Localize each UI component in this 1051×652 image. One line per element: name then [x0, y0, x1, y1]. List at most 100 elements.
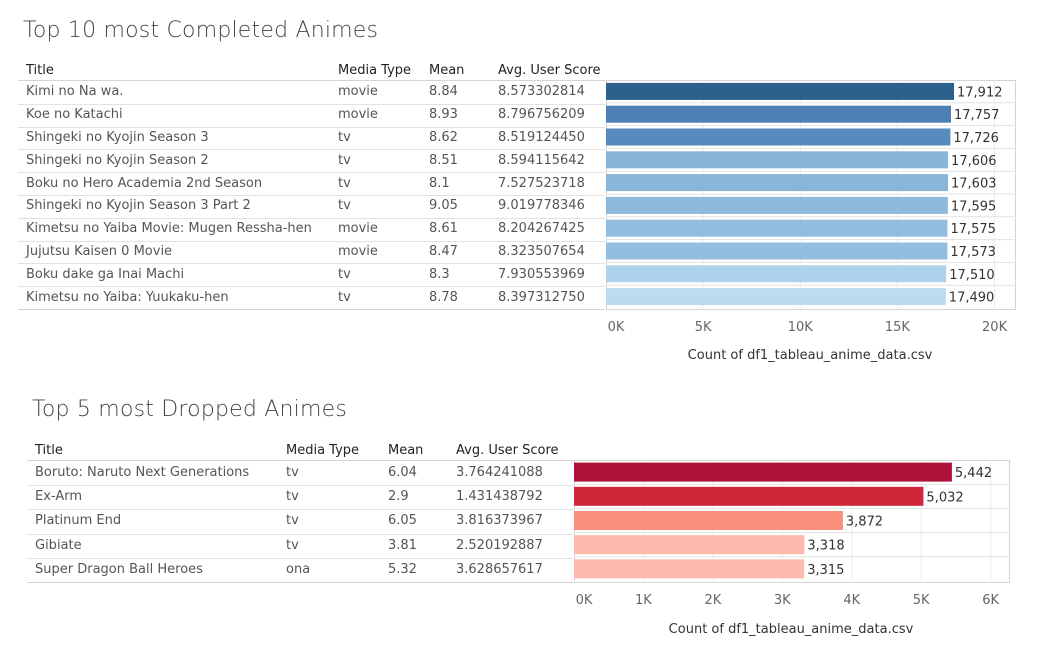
- dropped-bar-1[interactable]: [574, 486, 924, 506]
- completed-bar-3[interactable]: [606, 151, 949, 169]
- row-avg-score: 7.930553969: [498, 266, 585, 282]
- dropped-bar-label-4: 3,315: [807, 563, 844, 578]
- row-avg-score: 8.397312750: [498, 289, 585, 305]
- completed-header-media-type[interactable]: Media Type: [338, 63, 411, 78]
- row-title: Kimi no Na wa.: [26, 84, 124, 100]
- row-avg-score: 8.594115642: [498, 152, 585, 168]
- row-avg-score: 3.816373967: [456, 513, 543, 529]
- row-mean: 8.62: [429, 129, 458, 145]
- completed-bar-7[interactable]: [606, 242, 948, 260]
- row-avg-score: 8.204267425: [498, 221, 585, 237]
- completed-bar-label-2: 17,726: [953, 131, 999, 146]
- dropped-bar-label-2: 3,872: [846, 515, 883, 530]
- row-media-type: ona: [286, 561, 311, 577]
- row-avg-score: 8.323507654: [498, 243, 585, 259]
- table-row[interactable]: Platinum End tv 6.05 3.816373967: [27, 509, 573, 535]
- dropped-table: Boruto: Naruto Next Generations tv 6.04 3.7…: [27, 460, 573, 583]
- row-mean: 8.3: [429, 266, 450, 282]
- row-mean: 8.78: [429, 289, 458, 305]
- table-row[interactable]: Super Dragon Ball Heroes ona 5.32 3.6286576…: [27, 558, 573, 582]
- completed-bar-9[interactable]: [606, 288, 946, 306]
- table-row[interactable]: Ex-Arm tv 2.9 1.431438792: [27, 485, 573, 511]
- row-media-type: tv: [286, 465, 299, 481]
- row-mean: 9.05: [429, 198, 458, 214]
- row-media-type: movie: [338, 84, 378, 100]
- table-row[interactable]: Koe no Katachi movie 8.93 8.796756209: [18, 104, 605, 128]
- row-media-type: tv: [286, 489, 299, 505]
- completed-bar-chart: 17,912 17,757 17,726 17,606 17,603 17,595 17,5…: [606, 80, 1014, 308]
- completed-header-mean[interactable]: Mean: [429, 63, 464, 78]
- dropped-bar-2[interactable]: [574, 511, 843, 530]
- row-media-type: tv: [338, 198, 351, 214]
- dropped-header-media-type[interactable]: Media Type: [286, 443, 359, 458]
- dropped-tick-label-1: 1K: [635, 593, 652, 608]
- dropped-bar-3[interactable]: [574, 535, 805, 555]
- table-row[interactable]: Boruto: Naruto Next Generations tv 6.04 3.7…: [27, 461, 573, 487]
- completed-bar-1[interactable]: [606, 105, 951, 123]
- row-title: Kimetsu no Yaiba: Yuukaku-hen: [26, 289, 229, 305]
- table-row[interactable]: Kimi no Na wa. movie 8.84 8.573302814: [18, 81, 605, 105]
- row-title: Jujutsu Kaisen 0 Movie: [26, 243, 173, 259]
- dropped-header-title[interactable]: Title: [35, 443, 63, 458]
- completed-table: Kimi no Na wa. movie 8.84 8.573302814 Koe no…: [18, 80, 605, 310]
- row-title: Gibiate: [35, 537, 82, 553]
- dropped-header-avg-user-score[interactable]: Avg. User Score: [456, 443, 559, 458]
- dropped-x-axis-title: Count of df1_tableau_anime_data.csv: [668, 622, 914, 637]
- completed-x-axis-title: Count of df1_tableau_anime_data.csv: [687, 348, 933, 363]
- row-title: Super Dragon Ball Heroes: [35, 561, 203, 577]
- row-media-type: tv: [338, 289, 351, 305]
- table-row[interactable]: Kimetsu no Yaiba Movie: Mugen Ressha-hen…: [18, 218, 605, 242]
- completed-bar-label-8: 17,510: [949, 268, 995, 283]
- dropped-tick-label-3: 3K: [773, 593, 791, 608]
- table-row[interactable]: Jujutsu Kaisen 0 Movie movie 8.47 8.3235076…: [18, 241, 605, 265]
- table-row[interactable]: Shingeki no Kyojin Season 3 Part 2 tv 9.05…: [18, 195, 605, 219]
- completed-bar-6[interactable]: [606, 219, 948, 237]
- completed-header-avg-user-score[interactable]: Avg. User Score: [498, 63, 601, 78]
- row-mean: 8.1: [429, 175, 450, 191]
- dropped-tick-label-4: 4K: [843, 593, 861, 608]
- table-row[interactable]: Kimetsu no Yaiba: Yuukaku-hen tv 8.78 8.397…: [18, 286, 605, 309]
- completed-bar-label-0: 17,912: [957, 85, 1003, 100]
- table-row[interactable]: Boku dake ga Inai Machi tv 8.3 7.930553969: [18, 263, 605, 288]
- row-avg-score: 2.520192887: [456, 537, 543, 553]
- row-avg-score: 7.527523718: [498, 175, 585, 191]
- table-row[interactable]: Shingeki no Kyojin Season 2 tv 8.51 8.59411…: [18, 149, 605, 174]
- row-title: Shingeki no Kyojin Season 3 Part 2: [26, 198, 251, 214]
- row-mean: 3.81: [388, 537, 417, 553]
- dropped-bar-4[interactable]: [574, 559, 805, 579]
- dropped-tick-label-0: 0K: [575, 593, 593, 608]
- completed-bar-8[interactable]: [606, 265, 947, 283]
- completed-bar-label-9: 17,490: [949, 291, 995, 306]
- row-media-type: movie: [338, 243, 378, 259]
- row-title: Boruto: Naruto Next Generations: [35, 465, 250, 481]
- dropped-bar-0[interactable]: [574, 462, 952, 482]
- row-mean: 6.05: [388, 513, 417, 529]
- row-avg-score: 9.019778346: [498, 198, 585, 214]
- table-row[interactable]: Boku no Hero Academia 2nd Season tv 8.1 7.5…: [18, 172, 605, 196]
- row-media-type: tv: [338, 175, 351, 191]
- row-avg-score: 3.764241088: [456, 465, 543, 481]
- completed-bar-2[interactable]: [606, 128, 951, 146]
- row-mean: 6.04: [388, 465, 417, 481]
- row-mean: 2.9: [388, 489, 409, 505]
- completed-bar-4[interactable]: [606, 174, 949, 192]
- row-title: Boku no Hero Academia 2nd Season: [26, 175, 263, 191]
- row-title: Shingeki no Kyojin Season 2: [26, 152, 209, 168]
- row-mean: 8.93: [429, 107, 458, 123]
- row-media-type: movie: [338, 221, 378, 237]
- dropped-bar-label-1: 5,032: [926, 490, 963, 505]
- completed-bar-label-3: 17,606: [951, 154, 997, 169]
- row-mean: 8.61: [429, 221, 458, 237]
- completed-header-title[interactable]: Title: [26, 63, 54, 78]
- completed-bar-0[interactable]: [606, 82, 955, 100]
- row-title: Platinum End: [35, 513, 122, 529]
- completed-bar-5[interactable]: [606, 196, 948, 214]
- table-row[interactable]: Gibiate tv 3.81 2.520192887: [27, 534, 573, 559]
- table-row[interactable]: Shingeki no Kyojin Season 3 tv 8.62 8.51912…: [18, 127, 605, 151]
- completed-bar-label-1: 17,757: [954, 108, 1000, 123]
- row-media-type: tv: [338, 129, 351, 145]
- dropped-header-mean[interactable]: Mean: [388, 443, 423, 458]
- row-title: Boku dake ga Inai Machi: [26, 266, 185, 282]
- row-media-type: tv: [338, 266, 351, 282]
- row-avg-score: 8.573302814: [498, 84, 585, 100]
